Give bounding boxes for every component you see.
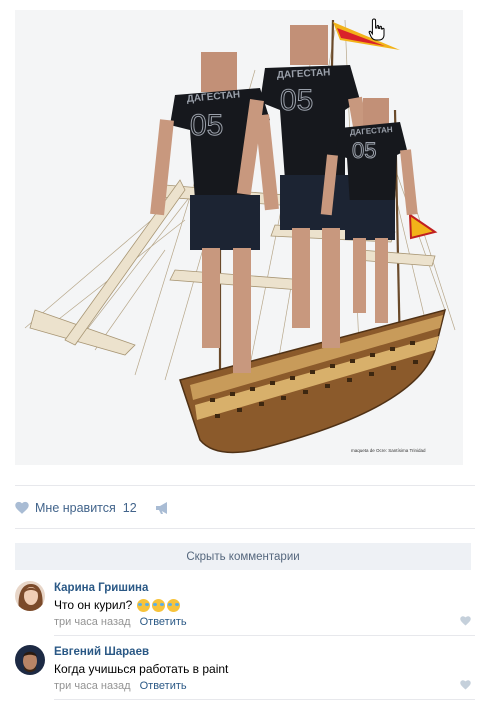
avatar[interactable] bbox=[15, 645, 45, 675]
divider bbox=[54, 635, 475, 636]
shirt-number-2: 05 bbox=[280, 84, 313, 117]
comment-item: Карина Гришина Что он курил? три часа на… bbox=[15, 581, 471, 631]
reply-link[interactable]: Ответить bbox=[140, 616, 187, 628]
laughing-emoji-icon bbox=[152, 598, 166, 612]
divider bbox=[15, 528, 475, 529]
comment-time[interactable]: три часа назад bbox=[54, 680, 131, 692]
emoji-group bbox=[135, 598, 181, 612]
comment-body: Евгений Шараев Когда учишься работать в … bbox=[54, 645, 471, 692]
comment-body: Карина Гришина Что он курил? три часа на… bbox=[54, 581, 471, 628]
like-button[interactable]: Мне нравится 12 bbox=[15, 501, 137, 515]
divider bbox=[15, 485, 475, 486]
like-count: 12 bbox=[122, 501, 137, 515]
comment-text-row: Что он курил? bbox=[54, 597, 471, 613]
hide-comments-button[interactable]: Скрыть комментарии bbox=[15, 543, 471, 570]
laughing-emoji-icon bbox=[167, 598, 181, 612]
comment-item: Евгений Шараев Когда учишься работать в … bbox=[15, 645, 471, 695]
reply-link[interactable]: Ответить bbox=[140, 680, 187, 692]
comment-text-row: Когда учишься работать в paint bbox=[54, 661, 471, 677]
avatar-image bbox=[15, 581, 45, 611]
comment-author[interactable]: Карина Гришина bbox=[54, 581, 471, 595]
comment-time[interactable]: три часа назад bbox=[54, 616, 131, 628]
heart-icon bbox=[15, 501, 29, 514]
avatar-image bbox=[15, 645, 45, 675]
shirt-number-1: 05 bbox=[190, 109, 223, 142]
post-actions: Мне нравится 12 bbox=[15, 498, 171, 518]
avatar[interactable] bbox=[15, 581, 45, 611]
divider bbox=[54, 699, 475, 700]
comment-heart-icon[interactable] bbox=[460, 616, 471, 626]
megaphone-share-icon[interactable] bbox=[155, 501, 171, 515]
laughing-emoji-icon bbox=[137, 598, 151, 612]
author-name[interactable]: Карина Гришина bbox=[54, 582, 148, 594]
comment-author[interactable]: Евгений Шараев bbox=[54, 645, 471, 659]
shirt-number-3: 05 bbox=[352, 138, 376, 163]
comment-text: Что он курил? bbox=[54, 598, 133, 612]
like-label: Мне нравится bbox=[35, 501, 116, 515]
comment-heart-icon[interactable] bbox=[460, 680, 471, 690]
post-image[interactable]: ДАГЕСТАН 05 ДАГЕСТАН 05 ДАГЕСТАН 05 maqu… bbox=[15, 10, 463, 465]
comment-text: Когда учишься работать в paint bbox=[54, 662, 229, 676]
comment-meta: три часа назад Ответить bbox=[54, 616, 471, 628]
image-caption: maqueta de Ocre: Santísima Trinidad bbox=[351, 448, 426, 453]
comment-meta: три часа назад Ответить bbox=[54, 680, 471, 692]
author-name[interactable]: Евгений Шараев bbox=[54, 646, 149, 658]
ship-photo-illustration: ДАГЕСТАН 05 ДАГЕСТАН 05 ДАГЕСТАН 05 maqu… bbox=[24, 19, 456, 454]
hand-cursor-icon bbox=[368, 18, 385, 41]
